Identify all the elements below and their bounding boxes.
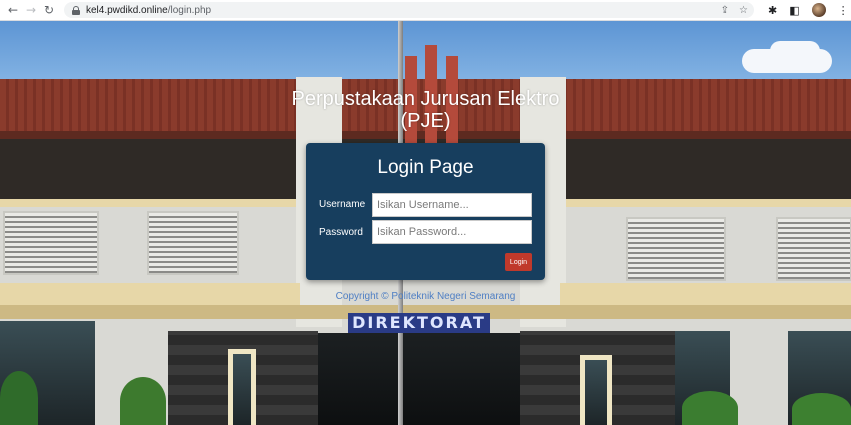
password-label: Password [319, 227, 363, 238]
reload-icon[interactable]: ↻ [40, 1, 58, 19]
profile-avatar[interactable] [811, 3, 826, 17]
username-input[interactable] [372, 193, 532, 217]
side-panel-icon[interactable]: ◧ [789, 4, 799, 17]
login-button[interactable]: Login [505, 253, 532, 271]
site-title-line1: Perpustakaan Jurusan Elektro [291, 88, 560, 110]
back-arrow-icon[interactable]: ← [4, 1, 22, 19]
site-title: Perpustakaan Jurusan Elektro (PJE) [0, 88, 851, 132]
url-text[interactable]: kel4.pwdikd.online/login.php [86, 5, 211, 16]
username-label: Username [319, 199, 366, 210]
copyright-text: Copyright © Politeknik Negeri Semarang [335, 291, 516, 302]
share-icon[interactable]: ⇪ [721, 5, 729, 16]
lock-icon[interactable] [72, 5, 80, 15]
menu-kebab-icon[interactable]: ⋮ [838, 4, 849, 17]
url-host: kel4.pwdikd.online [86, 4, 168, 16]
address-bar[interactable]: kel4.pwdikd.online/login.php ⇪ ☆ [64, 2, 754, 18]
password-input[interactable] [372, 220, 532, 244]
login-form: Login Page Username Password Login [306, 143, 545, 280]
extensions-icon[interactable]: ✱ [768, 4, 777, 17]
site-title-line2: (PJE) [400, 110, 451, 132]
direktorat-signboard: DIREKTORAT [348, 313, 490, 333]
login-heading: Login Page [377, 157, 474, 178]
browser-toolbar: ← → ↻ kel4.pwdikd.online/login.php ⇪ ☆ ✱… [0, 0, 851, 21]
forward-arrow-icon[interactable]: → [22, 1, 40, 19]
bookmark-star-icon[interactable]: ☆ [739, 5, 748, 16]
url-path: /login.php [167, 4, 212, 16]
